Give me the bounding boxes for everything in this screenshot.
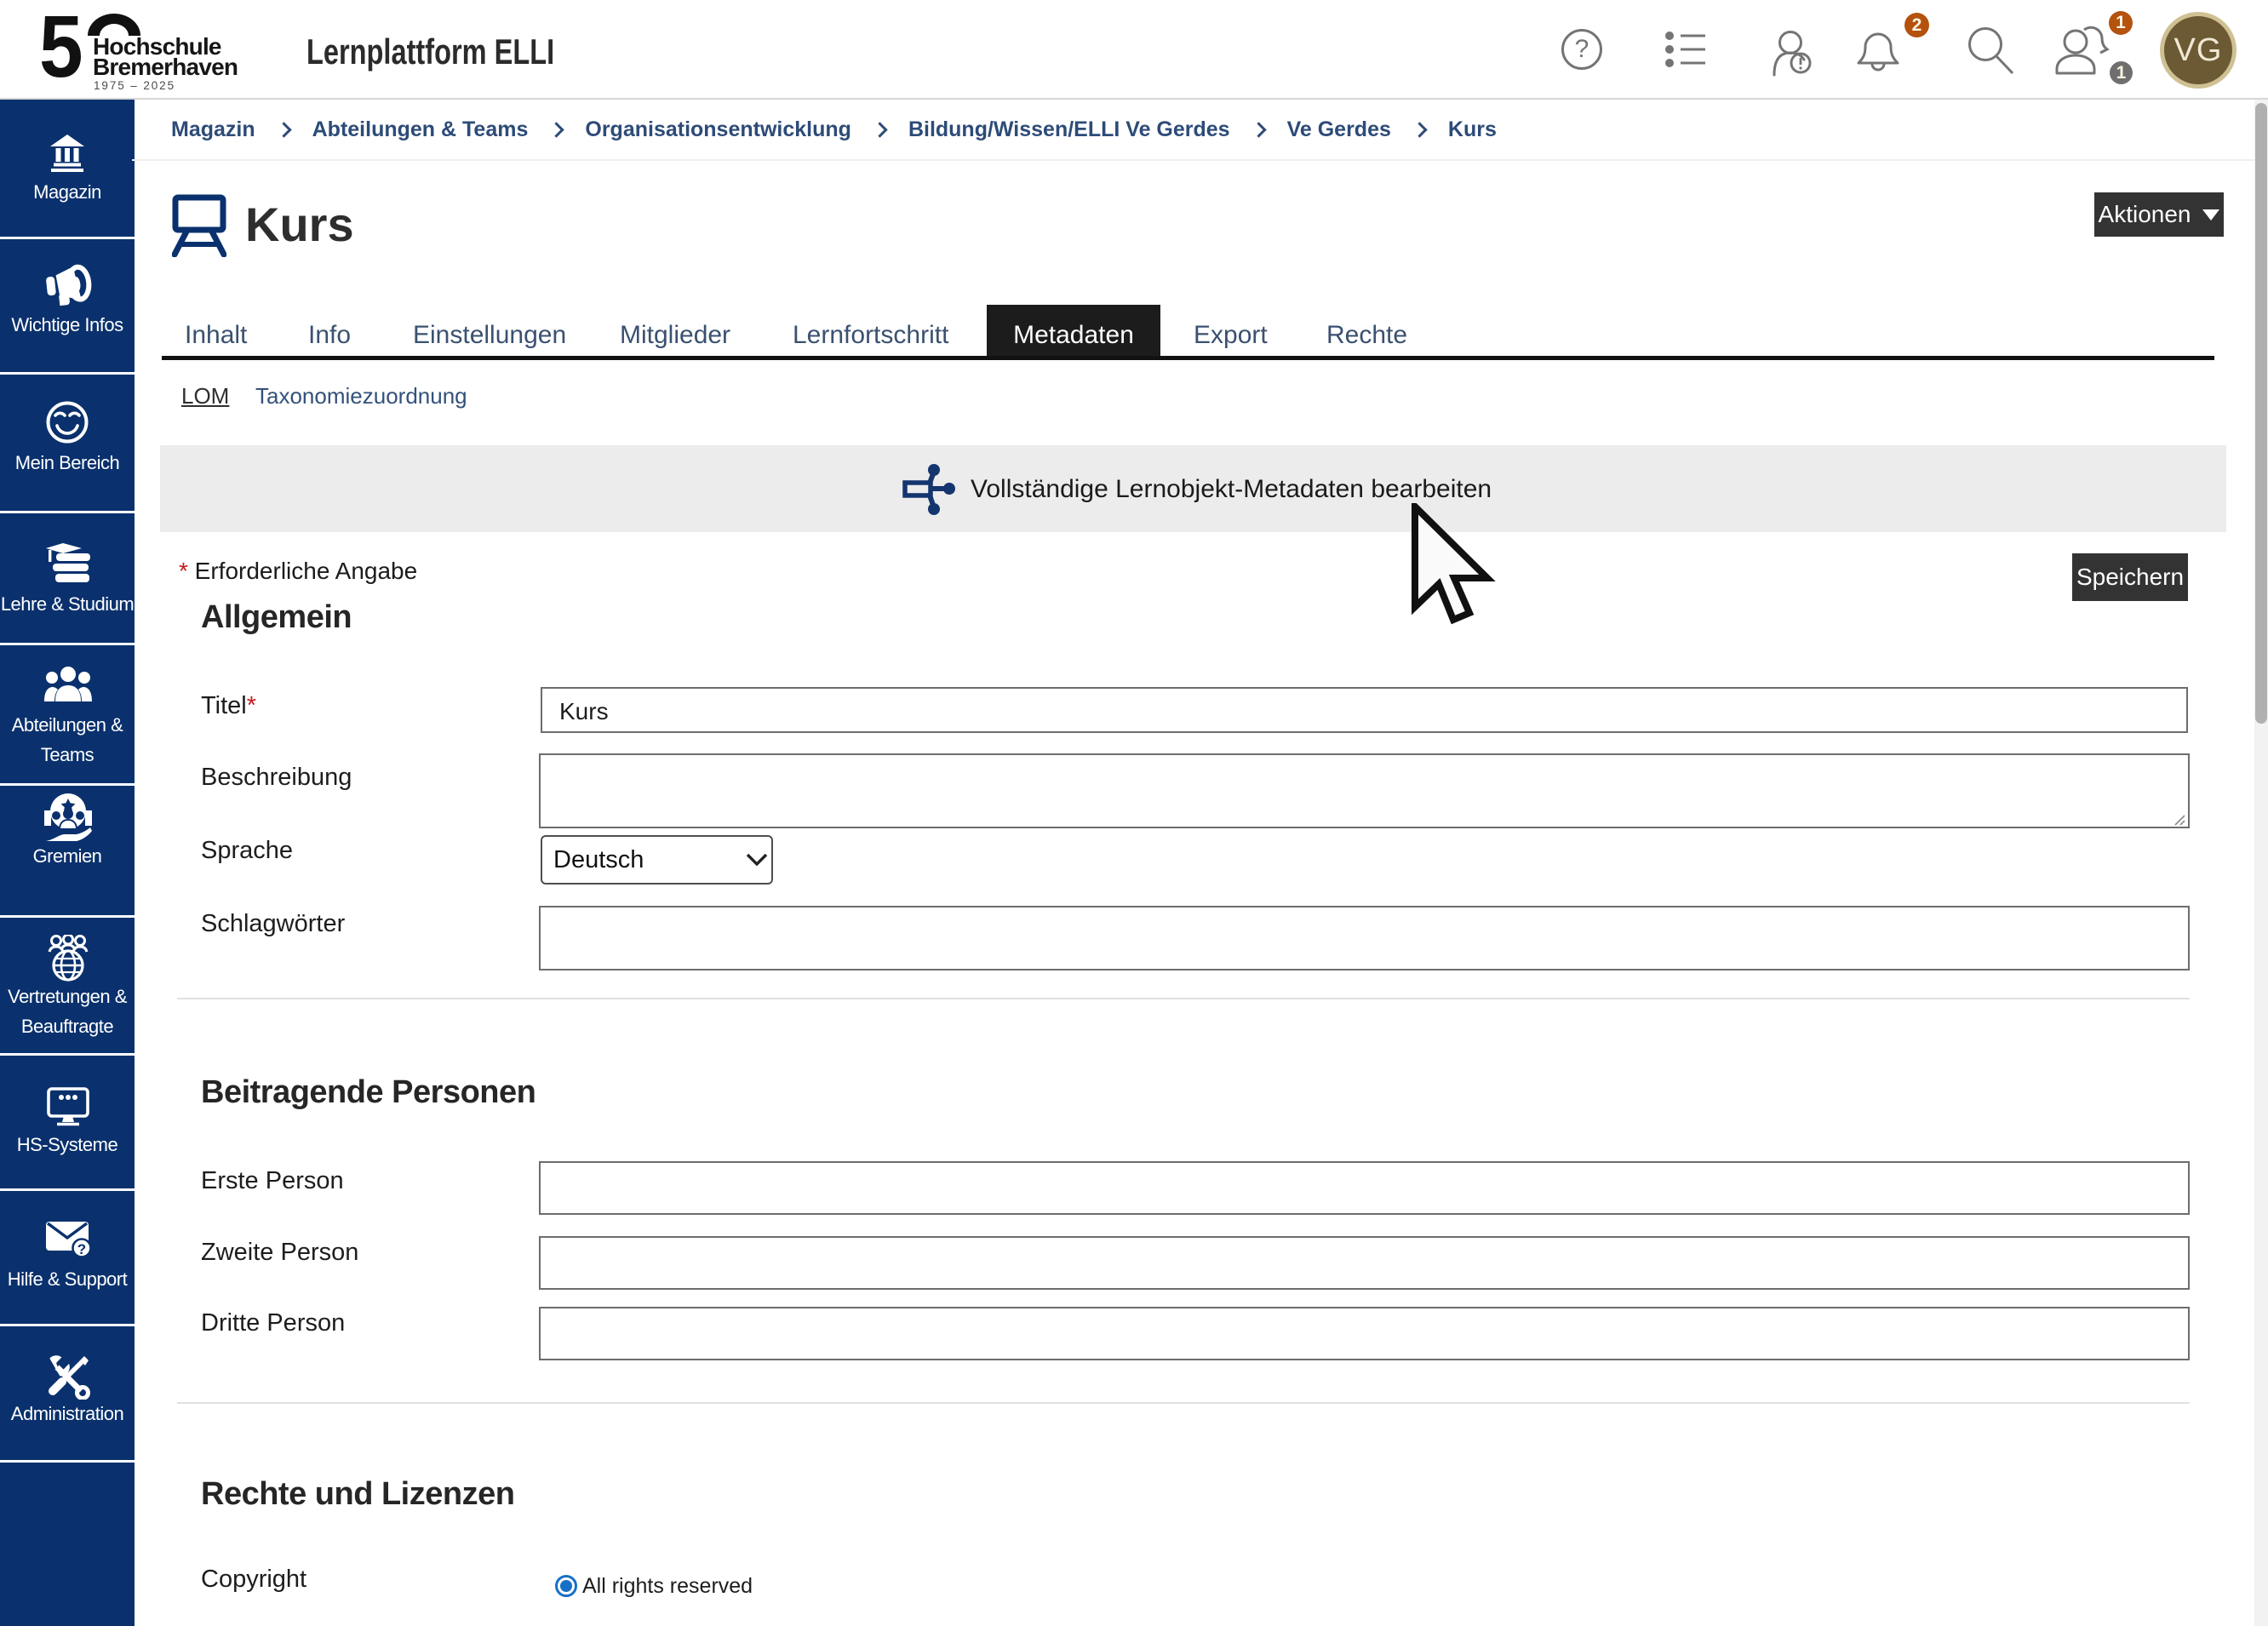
svg-text:?: ? <box>1575 35 1589 63</box>
svg-text:?: ? <box>77 1241 86 1257</box>
